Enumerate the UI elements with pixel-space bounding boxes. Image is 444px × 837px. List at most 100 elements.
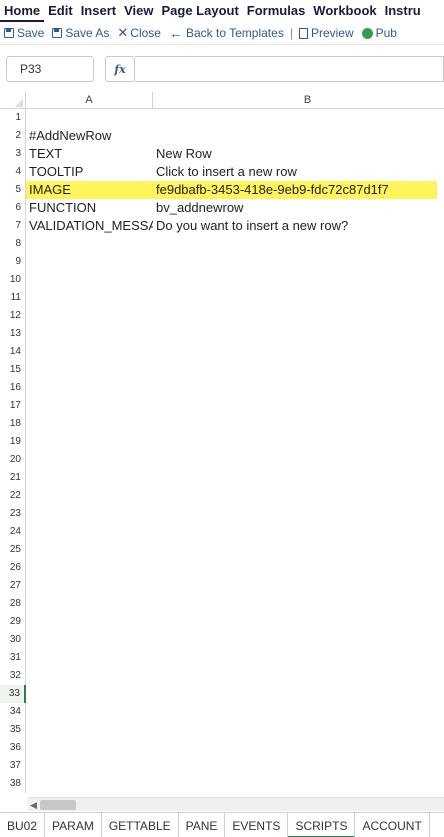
cell-b[interactable] bbox=[153, 289, 444, 307]
sheet-tab-gettable[interactable]: GETTABLE bbox=[102, 813, 179, 837]
formula-input[interactable] bbox=[135, 56, 444, 82]
menu-item-edit[interactable]: Edit bbox=[44, 0, 77, 22]
cell-a[interactable] bbox=[26, 631, 153, 649]
cell-b[interactable] bbox=[153, 667, 444, 685]
cell-a[interactable] bbox=[26, 253, 153, 271]
menu-item-formulas[interactable]: Formulas bbox=[243, 0, 310, 22]
back-to-templates-button[interactable]: ← Back to Templates bbox=[165, 22, 288, 44]
cell-a[interactable]: FUNCTION bbox=[26, 199, 153, 217]
row-number[interactable]: 21 bbox=[0, 469, 26, 487]
cell-b[interactable] bbox=[153, 775, 444, 793]
save-button[interactable]: Save bbox=[0, 22, 48, 44]
cell-a[interactable] bbox=[26, 487, 153, 505]
cell-b[interactable] bbox=[153, 127, 444, 145]
cell-a[interactable] bbox=[26, 703, 153, 721]
cell-b[interactable]: New Row bbox=[153, 145, 444, 163]
cell-a[interactable] bbox=[26, 577, 153, 595]
cell-a[interactable] bbox=[26, 433, 153, 451]
cell-a[interactable] bbox=[26, 271, 153, 289]
cell-b[interactable]: bv_addnewrow bbox=[153, 199, 444, 217]
cell-a[interactable] bbox=[26, 343, 153, 361]
cell-a[interactable]: #AddNewRow bbox=[26, 127, 153, 145]
cell-a[interactable] bbox=[26, 757, 153, 775]
row-number[interactable]: 13 bbox=[0, 325, 26, 343]
menu-item-instru[interactable]: Instru bbox=[381, 0, 425, 22]
cell-a[interactable] bbox=[26, 361, 153, 379]
row-number[interactable]: 22 bbox=[0, 487, 26, 505]
cell-b[interactable] bbox=[153, 721, 444, 739]
cell-a[interactable] bbox=[26, 469, 153, 487]
cell-b[interactable] bbox=[153, 757, 444, 775]
cell-a[interactable] bbox=[26, 325, 153, 343]
name-box[interactable]: P33 bbox=[6, 56, 94, 82]
sheet-tab-events[interactable]: EVENTS bbox=[225, 813, 289, 837]
cell-b[interactable] bbox=[153, 325, 444, 343]
cell-a[interactable]: IMAGE bbox=[26, 181, 153, 199]
row-number[interactable]: 16 bbox=[0, 379, 26, 397]
cell-b[interactable] bbox=[153, 649, 444, 667]
cell-b[interactable] bbox=[153, 235, 444, 253]
select-all-corner[interactable] bbox=[0, 92, 26, 109]
row-number[interactable]: 18 bbox=[0, 415, 26, 433]
menu-item-page-layout[interactable]: Page Layout bbox=[157, 0, 242, 22]
cell-b[interactable] bbox=[153, 487, 444, 505]
cell-a[interactable] bbox=[26, 289, 153, 307]
row-number[interactable]: 8 bbox=[0, 235, 26, 253]
row-number[interactable]: 11 bbox=[0, 289, 26, 307]
row-number[interactable]: 28 bbox=[0, 595, 26, 613]
cell-b[interactable] bbox=[153, 415, 444, 433]
cell-a[interactable] bbox=[26, 667, 153, 685]
row-number[interactable]: 27 bbox=[0, 577, 26, 595]
cell-b[interactable] bbox=[153, 361, 444, 379]
row-number[interactable]: 19 bbox=[0, 433, 26, 451]
cell-b[interactable] bbox=[153, 469, 444, 487]
row-number[interactable]: 29 bbox=[0, 613, 26, 631]
sheet-tab-scripts[interactable]: SCRIPTS bbox=[288, 813, 356, 837]
row-number[interactable]: 10 bbox=[0, 271, 26, 289]
row-number[interactable]: 37 bbox=[0, 757, 26, 775]
cell-b[interactable] bbox=[153, 379, 444, 397]
sheet-tab-pane[interactable]: PANE bbox=[179, 813, 226, 837]
row-number[interactable]: 4 bbox=[0, 163, 26, 181]
menu-item-home[interactable]: Home bbox=[0, 0, 45, 22]
cell-a[interactable] bbox=[26, 775, 153, 793]
cell-b[interactable] bbox=[153, 253, 444, 271]
cell-a[interactable] bbox=[26, 451, 153, 469]
cell-a[interactable]: TEXT bbox=[26, 145, 153, 163]
cell-a[interactable]: VALIDATION_MESSAGE bbox=[26, 217, 153, 235]
sheet-tab-account[interactable]: ACCOUNT bbox=[355, 813, 430, 837]
row-number[interactable]: 36 bbox=[0, 739, 26, 757]
row-number[interactable]: 15 bbox=[0, 361, 26, 379]
cell-b[interactable] bbox=[153, 307, 444, 325]
cell-a[interactable] bbox=[26, 559, 153, 577]
cell-a[interactable] bbox=[26, 595, 153, 613]
cell-a[interactable] bbox=[26, 541, 153, 559]
cell-a[interactable] bbox=[26, 721, 153, 739]
cell-b[interactable] bbox=[153, 685, 444, 703]
row-number[interactable]: 12 bbox=[0, 307, 26, 325]
row-number[interactable]: 38 bbox=[0, 775, 26, 793]
cell-a[interactable] bbox=[26, 235, 153, 253]
cell-b[interactable] bbox=[153, 397, 444, 415]
row-number[interactable]: 31 bbox=[0, 649, 26, 667]
cell-a[interactable] bbox=[26, 307, 153, 325]
row-number[interactable]: 6 bbox=[0, 199, 26, 217]
cell-a[interactable] bbox=[26, 379, 153, 397]
cell-b[interactable] bbox=[153, 577, 444, 595]
row-number[interactable]: 9 bbox=[0, 253, 26, 271]
close-button[interactable]: ✕ Close bbox=[113, 22, 165, 44]
cell-b[interactable]: Click to insert a new row bbox=[153, 163, 444, 181]
cell-b[interactable]: fe9dbafb-3453-418e-9eb9-fdc72c87d1f7 bbox=[153, 181, 437, 199]
menu-item-workbook[interactable]: Workbook bbox=[309, 0, 380, 22]
row-number[interactable]: 20 bbox=[0, 451, 26, 469]
menu-item-view[interactable]: View bbox=[120, 0, 157, 22]
scroll-left-icon[interactable]: ◀ bbox=[30, 800, 38, 810]
save-as-button[interactable]: Save As bbox=[48, 22, 113, 44]
column-header-b[interactable]: B bbox=[153, 92, 444, 109]
cell-b[interactable] bbox=[153, 631, 444, 649]
row-number[interactable]: 5 bbox=[0, 181, 26, 199]
sheet-tab-param[interactable]: PARAM bbox=[45, 813, 102, 837]
cell-b[interactable] bbox=[153, 703, 444, 721]
row-number[interactable]: 30 bbox=[0, 631, 26, 649]
cell-b[interactable] bbox=[153, 595, 444, 613]
